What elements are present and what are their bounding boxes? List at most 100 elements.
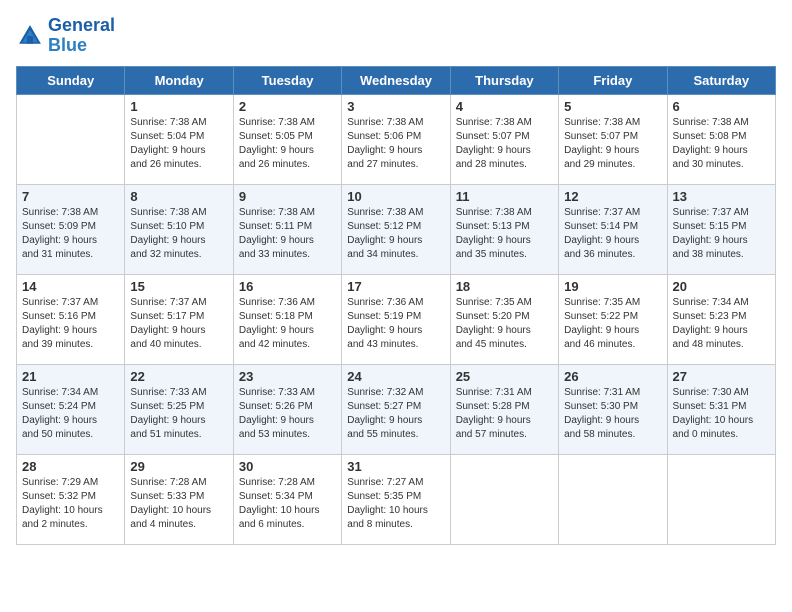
day-info: Sunrise: 7:38 AM Sunset: 5:12 PM Dayligh…: [347, 206, 444, 262]
calendar-cell: 31 Sunrise: 7:27 AM Sunset: 5:35 PM Dayli…: [342, 454, 450, 544]
calendar-cell: 8Sunrise: 7:38 AM Sunset: 5:10 PM Daylig…: [125, 184, 233, 274]
calendar-cell: 22 Sunrise: 7:33 AM Sunset: 5:25 PM Dayli…: [125, 364, 233, 454]
day-number: 27: [673, 369, 770, 384]
header-friday: Friday: [559, 66, 667, 94]
day-number: 18: [456, 279, 553, 294]
calendar-cell: 15Sunrise: 7:37 AM Sunset: 5:17 PM Dayli…: [125, 274, 233, 364]
day-number: 28: [22, 459, 119, 474]
day-number: 10: [347, 189, 444, 204]
day-info: Sunrise: 7:38 AM Sunset: 5:07 PM Dayligh…: [456, 116, 553, 172]
header-sunday: Sunday: [17, 66, 125, 94]
day-info: Sunrise: 7:34 AM Sunset: 5:24 PM Dayligh…: [22, 386, 119, 442]
calendar-cell: 25Sunrise: 7:31 AM Sunset: 5:28 PM Dayli…: [450, 364, 558, 454]
calendar-week-2: 14 Sunrise: 7:37 AM Sunset: 5:16 PM Dayli…: [17, 274, 776, 364]
day-number: 9: [239, 189, 336, 204]
day-info: Sunrise: 7:37 AM Sunset: 5:14 PM Dayligh…: [564, 206, 661, 262]
header-wednesday: Wednesday: [342, 66, 450, 94]
day-info: Sunrise: 7:33 AM Sunset: 5:26 PM Dayligh…: [239, 386, 336, 442]
day-number: 22: [130, 369, 227, 384]
calendar-cell: 28 Sunrise: 7:29 AM Sunset: 5:32 PM Dayli…: [17, 454, 125, 544]
day-info: Sunrise: 7:29 AM Sunset: 5:32 PM Dayligh…: [22, 476, 119, 532]
calendar-cell: 11 Sunrise: 7:38 AM Sunset: 5:13 PM Dayli…: [450, 184, 558, 274]
calendar-cell: 6Sunrise: 7:38 AM Sunset: 5:08 PM Daylig…: [667, 94, 775, 184]
day-number: 7: [22, 189, 119, 204]
day-number: 1: [130, 99, 227, 114]
day-number: 24: [347, 369, 444, 384]
logo-icon: [16, 22, 44, 50]
page-header: General Blue: [16, 16, 776, 56]
day-number: 31: [347, 459, 444, 474]
day-number: 19: [564, 279, 661, 294]
day-info: Sunrise: 7:38 AM Sunset: 5:07 PM Dayligh…: [564, 116, 661, 172]
day-number: 14: [22, 279, 119, 294]
calendar-cell: 17 Sunrise: 7:36 AM Sunset: 5:19 PM Dayli…: [342, 274, 450, 364]
calendar-cell: 5 Sunrise: 7:38 AM Sunset: 5:07 PM Daylig…: [559, 94, 667, 184]
day-number: 23: [239, 369, 336, 384]
day-number: 26: [564, 369, 661, 384]
day-info: Sunrise: 7:38 AM Sunset: 5:13 PM Dayligh…: [456, 206, 553, 262]
calendar-week-1: 7 Sunrise: 7:38 AM Sunset: 5:09 PM Daylig…: [17, 184, 776, 274]
day-info: Sunrise: 7:38 AM Sunset: 5:06 PM Dayligh…: [347, 116, 444, 172]
day-info: Sunrise: 7:32 AM Sunset: 5:27 PM Dayligh…: [347, 386, 444, 442]
calendar-cell: 19 Sunrise: 7:35 AM Sunset: 5:22 PM Dayli…: [559, 274, 667, 364]
day-info: Sunrise: 7:37 AM Sunset: 5:15 PM Dayligh…: [673, 206, 770, 262]
calendar-cell: 16 Sunrise: 7:36 AM Sunset: 5:18 PM Dayli…: [233, 274, 341, 364]
day-number: 3: [347, 99, 444, 114]
calendar-header-row: SundayMondayTuesdayWednesdayThursdayFrid…: [17, 66, 776, 94]
day-info: Sunrise: 7:38 AM Sunset: 5:11 PM Dayligh…: [239, 206, 336, 262]
calendar-week-0: 1Sunrise: 7:38 AM Sunset: 5:04 PM Daylig…: [17, 94, 776, 184]
day-info: Sunrise: 7:38 AM Sunset: 5:09 PM Dayligh…: [22, 206, 119, 262]
day-number: 17: [347, 279, 444, 294]
day-number: 29: [130, 459, 227, 474]
day-info: Sunrise: 7:37 AM Sunset: 5:17 PM Dayligh…: [130, 296, 227, 352]
day-info: Sunrise: 7:35 AM Sunset: 5:22 PM Dayligh…: [564, 296, 661, 352]
calendar-cell: [450, 454, 558, 544]
calendar-table: SundayMondayTuesdayWednesdayThursdayFrid…: [16, 66, 776, 545]
day-info: Sunrise: 7:31 AM Sunset: 5:30 PM Dayligh…: [564, 386, 661, 442]
day-number: 20: [673, 279, 770, 294]
calendar-cell: 14 Sunrise: 7:37 AM Sunset: 5:16 PM Dayli…: [17, 274, 125, 364]
day-info: Sunrise: 7:33 AM Sunset: 5:25 PM Dayligh…: [130, 386, 227, 442]
day-number: 21: [22, 369, 119, 384]
day-number: 6: [673, 99, 770, 114]
day-number: 11: [456, 189, 553, 204]
day-number: 4: [456, 99, 553, 114]
header-tuesday: Tuesday: [233, 66, 341, 94]
day-info: Sunrise: 7:27 AM Sunset: 5:35 PM Dayligh…: [347, 476, 444, 532]
calendar-cell: [559, 454, 667, 544]
calendar-week-3: 21 Sunrise: 7:34 AM Sunset: 5:24 PM Dayli…: [17, 364, 776, 454]
calendar-cell: 12Sunrise: 7:37 AM Sunset: 5:14 PM Dayli…: [559, 184, 667, 274]
calendar-cell: 2 Sunrise: 7:38 AM Sunset: 5:05 PM Daylig…: [233, 94, 341, 184]
calendar-cell: 29Sunrise: 7:28 AM Sunset: 5:33 PM Dayli…: [125, 454, 233, 544]
calendar-cell: 10 Sunrise: 7:38 AM Sunset: 5:12 PM Dayli…: [342, 184, 450, 274]
calendar-cell: 21 Sunrise: 7:34 AM Sunset: 5:24 PM Dayli…: [17, 364, 125, 454]
header-monday: Monday: [125, 66, 233, 94]
calendar-cell: 26 Sunrise: 7:31 AM Sunset: 5:30 PM Dayli…: [559, 364, 667, 454]
day-info: Sunrise: 7:36 AM Sunset: 5:19 PM Dayligh…: [347, 296, 444, 352]
calendar-cell: 30Sunrise: 7:28 AM Sunset: 5:34 PM Dayli…: [233, 454, 341, 544]
day-number: 13: [673, 189, 770, 204]
day-info: Sunrise: 7:35 AM Sunset: 5:20 PM Dayligh…: [456, 296, 553, 352]
calendar-cell: 20 Sunrise: 7:34 AM Sunset: 5:23 PM Dayli…: [667, 274, 775, 364]
day-number: 8: [130, 189, 227, 204]
calendar-cell: 18 Sunrise: 7:35 AM Sunset: 5:20 PM Dayli…: [450, 274, 558, 364]
day-info: Sunrise: 7:38 AM Sunset: 5:05 PM Dayligh…: [239, 116, 336, 172]
calendar-cell: 9 Sunrise: 7:38 AM Sunset: 5:11 PM Daylig…: [233, 184, 341, 274]
logo: General Blue: [16, 16, 115, 56]
calendar-cell: [17, 94, 125, 184]
calendar-week-4: 28 Sunrise: 7:29 AM Sunset: 5:32 PM Dayli…: [17, 454, 776, 544]
day-number: 30: [239, 459, 336, 474]
calendar-cell: 3 Sunrise: 7:38 AM Sunset: 5:06 PM Daylig…: [342, 94, 450, 184]
header-saturday: Saturday: [667, 66, 775, 94]
calendar-cell: 7 Sunrise: 7:38 AM Sunset: 5:09 PM Daylig…: [17, 184, 125, 274]
calendar-cell: 13 Sunrise: 7:37 AM Sunset: 5:15 PM Dayli…: [667, 184, 775, 274]
day-info: Sunrise: 7:34 AM Sunset: 5:23 PM Dayligh…: [673, 296, 770, 352]
calendar-cell: [667, 454, 775, 544]
calendar-cell: 27Sunrise: 7:30 AM Sunset: 5:31 PM Dayli…: [667, 364, 775, 454]
day-number: 16: [239, 279, 336, 294]
day-info: Sunrise: 7:36 AM Sunset: 5:18 PM Dayligh…: [239, 296, 336, 352]
day-number: 2: [239, 99, 336, 114]
day-info: Sunrise: 7:37 AM Sunset: 5:16 PM Dayligh…: [22, 296, 119, 352]
day-number: 5: [564, 99, 661, 114]
calendar-cell: 1Sunrise: 7:38 AM Sunset: 5:04 PM Daylig…: [125, 94, 233, 184]
